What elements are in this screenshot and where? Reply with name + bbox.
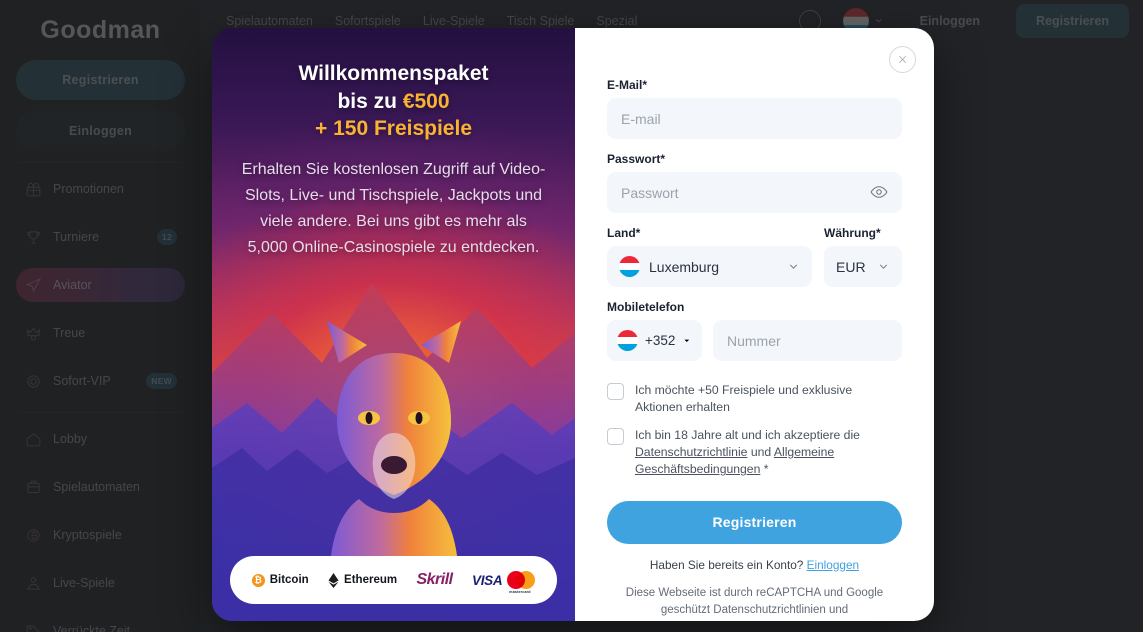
have-account-row: Haben Sie bereits ein Konto? Einloggen (607, 558, 902, 572)
country-select[interactable]: Luxemburg (607, 246, 812, 287)
visa-logo: VISA (471, 572, 503, 588)
age-terms-text-pre: Ich bin 18 Jahre alt und ich akzeptiere … (635, 427, 860, 442)
email-field[interactable] (607, 98, 902, 139)
age-terms-consent-row: Ich bin 18 Jahre alt und ich akzeptiere … (607, 427, 902, 479)
payment-label: Bitcoin (269, 574, 309, 586)
login-link[interactable]: Einloggen (807, 558, 859, 572)
payment-visa-mastercard: VISA mastercard (471, 571, 536, 594)
currency-column: Währung* EUR (824, 226, 902, 300)
phone-row: +352 (607, 320, 902, 374)
have-account-text: Haben Sie bereits ein Konto? (649, 557, 807, 572)
country-label: Land* (607, 226, 641, 240)
payment-methods-bar: ₿ Bitcoin Ethereum Skrill VISA mastercar… (230, 556, 557, 604)
currency-value: EUR (836, 258, 866, 275)
promo-headline-line2: bis zu €500 (238, 88, 549, 116)
chevron-down-icon (879, 264, 888, 269)
payment-skrill: Skrill (416, 571, 453, 588)
country-currency-row: Land* Luxemburg Währung* EUR (607, 226, 902, 300)
recaptcha-notice: Diese Webseite ist durch reCAPTCHA und G… (625, 586, 884, 617)
phone-country-code-select[interactable]: +352 (607, 320, 702, 361)
payment-label: Ethereum (344, 574, 398, 586)
promo-panel: Willkommenspaket bis zu €500 + 150 Freis… (212, 28, 575, 621)
eye-icon[interactable] (870, 183, 888, 201)
payment-ethereum: Ethereum (328, 572, 398, 588)
promo-text-block: Willkommenspaket bis zu €500 + 150 Freis… (212, 28, 575, 261)
phone-country-code-value: +352 (645, 333, 676, 348)
promo-consent-row: Ich möchte +50 Freispiele und exklusive … (607, 382, 902, 417)
currency-label: Währung* (824, 226, 881, 240)
promo-amount: €500 (402, 89, 450, 113)
registration-form: E-Mail* Passwort* Land* (575, 28, 934, 621)
age-terms-checkbox[interactable] (607, 427, 624, 445)
promo-headline-line1: Willkommenspaket (298, 62, 489, 85)
app-root: Goodman Registrieren Einloggen Promotion… (0, 0, 1143, 632)
luxembourg-flag-icon (617, 330, 638, 351)
age-terms-text-mid: und (747, 444, 774, 459)
password-wrapper (607, 172, 902, 213)
bitcoin-icon: ₿ (251, 573, 265, 587)
age-terms-label: Ich bin 18 Jahre alt und ich akzeptiere … (635, 427, 902, 479)
country-value: Luxemburg (649, 258, 720, 275)
promo-consent-checkbox[interactable] (607, 383, 624, 400)
register-submit-button[interactable]: Registrieren (607, 500, 902, 544)
registration-modal: Willkommenspaket bis zu €500 + 150 Freis… (212, 28, 934, 621)
password-label: Passwort* (607, 152, 666, 166)
luxembourg-flag-icon (619, 256, 640, 277)
phone-number-field[interactable] (713, 320, 902, 361)
ethereum-icon (328, 572, 339, 588)
promo-headline-prefix: bis zu (337, 89, 403, 113)
close-icon[interactable] (889, 46, 916, 73)
age-terms-text-post: * (760, 462, 769, 477)
country-column: Land* Luxemburg (607, 226, 812, 300)
chevron-down-icon (684, 339, 690, 342)
promo-freespins: + 150 Freispiele (314, 117, 473, 141)
phone-label: Mobiletelefon (607, 300, 685, 314)
mastercard-label: mastercard (509, 590, 531, 594)
payment-bitcoin: ₿ Bitcoin (251, 573, 309, 587)
mastercard-logo: mastercard (507, 571, 536, 594)
promo-body-text: Erhalten Sie kostenlosen Zugriff auf Vid… (241, 161, 546, 256)
privacy-policy-link[interactable]: Datenschutzrichtlinie (635, 445, 747, 459)
currency-select[interactable]: EUR (824, 246, 902, 287)
email-label: E-Mail* (607, 78, 648, 92)
promo-headline: Willkommenspaket bis zu €500 + 150 Freis… (238, 60, 549, 143)
promo-consent-label: Ich möchte +50 Freispiele und exklusive … (635, 383, 853, 415)
password-field[interactable] (607, 172, 902, 213)
chevron-down-icon (789, 264, 798, 269)
